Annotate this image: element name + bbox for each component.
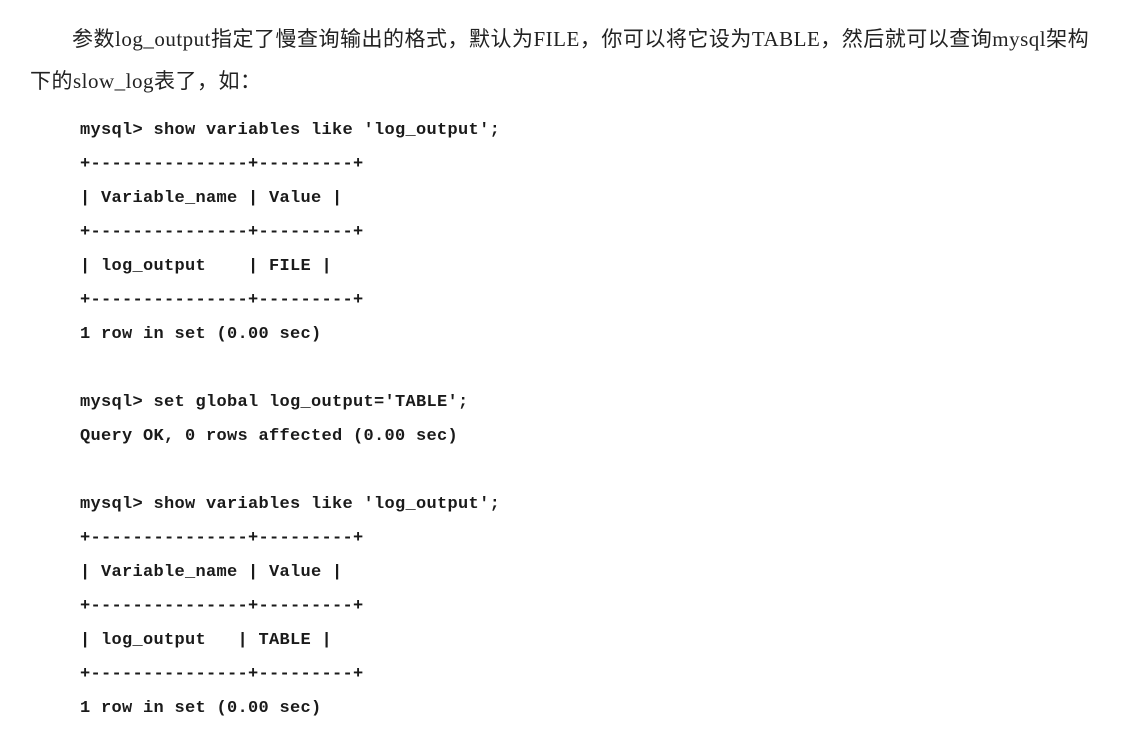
code-line: mysql> show variables like 'log_output'; bbox=[80, 121, 500, 140]
intro-paragraph: 参数log_output指定了慢查询输出的格式，默认为FILE，你可以将它设为T… bbox=[30, 18, 1095, 102]
code-line: 1 row in set (0.00 sec) bbox=[80, 325, 322, 344]
code-line: | log_output | TABLE | bbox=[80, 631, 332, 650]
code-line: mysql> show variables like 'log_output'; bbox=[80, 495, 500, 514]
code-line: | log_output | FILE | bbox=[80, 257, 332, 276]
code-line: +---------------+---------+ bbox=[80, 291, 364, 310]
code-line: +---------------+---------+ bbox=[80, 155, 364, 174]
code-line: +---------------+---------+ bbox=[80, 223, 364, 242]
code-line: mysql> set global log_output='TABLE'; bbox=[80, 393, 469, 412]
code-line: Query OK, 0 rows affected (0.00 sec) bbox=[80, 427, 458, 446]
code-line: +---------------+---------+ bbox=[80, 665, 364, 684]
code-line: | Variable_name | Value | bbox=[80, 189, 343, 208]
code-line: 1 row in set (0.00 sec) bbox=[80, 699, 322, 718]
mysql-code-block: mysql> show variables like 'log_output';… bbox=[80, 114, 1095, 726]
code-line: +---------------+---------+ bbox=[80, 597, 364, 616]
code-line: | Variable_name | Value | bbox=[80, 563, 343, 582]
code-line: +---------------+---------+ bbox=[80, 529, 364, 548]
